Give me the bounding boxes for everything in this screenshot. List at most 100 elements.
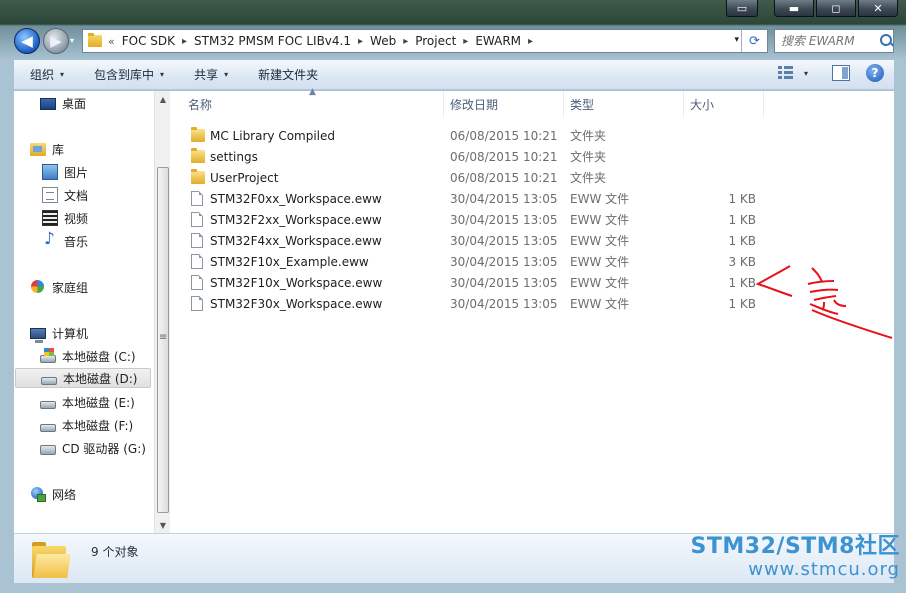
close-button[interactable]: ✕ <box>858 0 898 17</box>
sidebar-item-drive-g[interactable]: CD 驱动器 (G:) <box>40 438 146 458</box>
breadcrumb-item[interactable]: Web <box>370 34 396 48</box>
breadcrumb-item[interactable]: FOC SDK <box>122 34 175 48</box>
view-options-chevron-icon[interactable]: ▾ <box>804 69 808 78</box>
library-icon <box>30 142 46 156</box>
folder-icon <box>32 542 71 580</box>
sidebar-item-label: 本地磁盘 (C:) <box>62 349 136 364</box>
overflow-crumbs-button[interactable]: « <box>108 35 115 48</box>
include-in-library-label: 包含到库中 <box>94 68 155 82</box>
table-row[interactable]: settings 06/08/2015 10:21 文件夹 <box>171 146 771 167</box>
address-dropdown-icon[interactable]: ▾ <box>734 35 739 45</box>
column-header-name[interactable]: 名称 ▲ <box>171 87 444 117</box>
scroll-up-icon[interactable]: ▲ <box>155 91 171 107</box>
column-header-label: 大小 <box>690 97 715 112</box>
back-button[interactable]: ◀ <box>14 28 40 54</box>
sidebar-item-videos[interactable]: 视频 <box>42 208 88 228</box>
share-button[interactable]: 共享 ▾ <box>194 66 228 83</box>
sidebar-item-music[interactable]: 音乐 <box>42 229 89 251</box>
search-input[interactable] <box>781 34 877 48</box>
breadcrumb-item[interactable]: STM32 PMSM FOC LIBv4.1 <box>194 34 351 48</box>
preview-pane-icon[interactable] <box>832 65 850 81</box>
file-type: EWW 文件 <box>570 234 630 248</box>
drive-icon <box>40 400 56 409</box>
sidebar-item-documents[interactable]: 文档 <box>42 185 88 205</box>
recent-pages-button[interactable]: ▾ <box>70 36 80 46</box>
breadcrumb-separator-icon[interactable]: ▸ <box>463 36 468 47</box>
search-icon[interactable] <box>879 33 893 49</box>
new-folder-button[interactable]: 新建文件夹 <box>258 66 318 83</box>
file-icon <box>191 275 203 290</box>
table-row[interactable]: STM32F2xx_Workspace.eww 30/04/2015 13:05 E… <box>171 209 771 230</box>
watermark-url: www.stmcu.org <box>748 559 900 580</box>
file-icon <box>191 233 203 248</box>
breadcrumb-separator-icon[interactable]: ▸ <box>403 36 408 47</box>
computer-icon <box>30 328 46 343</box>
refresh-icon[interactable]: ⟳ <box>741 30 767 52</box>
file-icon <box>191 191 203 206</box>
sort-ascending-icon: ▲ <box>309 87 316 97</box>
scroll-down-icon[interactable]: ▼ <box>155 517 171 533</box>
table-row[interactable]: STM32F0xx_Workspace.eww 30/04/2015 13:05 E… <box>171 188 771 209</box>
sidebar-item-libraries[interactable]: 库 <box>30 139 64 159</box>
scrollbar-thumb[interactable] <box>157 167 169 513</box>
column-headers: 名称 ▲ 修改日期 类型 大小 <box>171 87 894 117</box>
organize-button[interactable]: 组织 ▾ <box>30 66 64 83</box>
address-bar[interactable]: « FOC SDK ▸ STM32 PMSM FOC LIBv4.1 ▸ Web ▸ Pro… <box>82 29 768 53</box>
breadcrumb-separator-icon[interactable]: ▸ <box>182 36 187 47</box>
sidebar-item-label: 库 <box>52 142 65 157</box>
snap-button[interactable]: ▭ <box>726 0 758 17</box>
sidebar-item-computer[interactable]: 计算机 <box>30 323 88 343</box>
folder-icon <box>191 169 205 184</box>
file-type: EWW 文件 <box>570 192 630 206</box>
file-size: 3 KB <box>728 254 756 269</box>
sidebar-item-desktop[interactable]: 桌面 <box>40 93 86 113</box>
column-header-date[interactable]: 修改日期 <box>444 91 564 117</box>
change-view-icon[interactable] <box>777 66 794 80</box>
file-date: 06/08/2015 10:21 <box>450 149 558 164</box>
minimize-button[interactable]: ▬ <box>774 0 814 17</box>
breadcrumb: FOC SDK ▸ STM32 PMSM FOC LIBv4.1 ▸ Web ▸ Proje… <box>122 34 540 48</box>
table-row[interactable]: STM32F10x_Example.eww 30/04/2015 13:05 EWW… <box>171 251 771 272</box>
column-header-type[interactable]: 类型 <box>564 91 684 117</box>
column-header-size[interactable]: 大小 <box>684 91 764 117</box>
sidebar-item-drive-c[interactable]: 本地磁盘 (C:) <box>40 346 136 366</box>
file-type: 文件夹 <box>570 171 607 185</box>
chevron-down-icon: ▾ <box>224 70 229 79</box>
sidebar-item-label: 音乐 <box>64 234 89 249</box>
breadcrumb-separator-icon[interactable]: ▸ <box>528 36 533 47</box>
file-date: 30/04/2015 13:05 <box>450 233 558 248</box>
breadcrumb-separator-icon[interactable]: ▸ <box>358 36 363 47</box>
column-header-label: 类型 <box>570 97 595 112</box>
help-icon[interactable]: ? <box>866 64 884 82</box>
sidebar-item-drive-e[interactable]: 本地磁盘 (E:) <box>40 392 135 412</box>
sidebar-item-pictures[interactable]: 图片 <box>42 162 88 182</box>
maximize-button[interactable]: ◻ <box>816 0 856 17</box>
chevron-down-icon: ▾ <box>60 70 65 79</box>
file-date: 06/08/2015 10:21 <box>450 170 558 185</box>
file-type: EWW 文件 <box>570 213 630 227</box>
file-type: 文件夹 <box>570 150 607 164</box>
include-in-library-button[interactable]: 包含到库中 ▾ <box>94 66 164 83</box>
sidebar-item-network[interactable]: 网络 <box>30 484 76 504</box>
navigation-scrollbar[interactable]: ▲ ▼ <box>154 91 170 533</box>
forward-button[interactable]: ▶ <box>43 28 69 54</box>
sidebar-item-homegroup[interactable]: 家庭组 <box>30 277 88 297</box>
table-row[interactable]: STM32F4xx_Workspace.eww 30/04/2015 13:05 E… <box>171 230 771 251</box>
command-bar: 组织 ▾ 包含到库中 ▾ 共享 ▾ 新建文件夹 ▾ ? <box>14 60 894 90</box>
breadcrumb-item[interactable]: EWARM <box>475 34 521 48</box>
table-row[interactable]: MC Library Compiled 06/08/2015 10:21 文件夹 <box>171 125 771 146</box>
cd-drive-icon <box>40 445 56 455</box>
breadcrumb-item[interactable]: Project <box>415 34 456 48</box>
file-list: 名称 ▲ 修改日期 类型 大小 MC Library Compiled 06/08… <box>171 87 894 533</box>
file-date: 06/08/2015 10:21 <box>450 128 558 143</box>
desktop-icon <box>40 97 56 110</box>
sidebar-item-drive-d[interactable]: 本地磁盘 (D:) <box>15 368 151 388</box>
file-icon <box>191 212 203 227</box>
sidebar-item-label: 本地磁盘 (F:) <box>62 418 134 433</box>
table-row[interactable]: STM32F10x_Workspace.eww 30/04/2015 13:05 E… <box>171 272 771 293</box>
file-date: 30/04/2015 13:05 <box>450 191 558 206</box>
column-header-label: 修改日期 <box>450 97 499 112</box>
table-row[interactable]: UserProject 06/08/2015 10:21 文件夹 <box>171 167 771 188</box>
sidebar-item-drive-f[interactable]: 本地磁盘 (F:) <box>40 415 133 435</box>
table-row[interactable]: STM32F30x_Workspace.eww 30/04/2015 13:05 E… <box>171 293 771 314</box>
